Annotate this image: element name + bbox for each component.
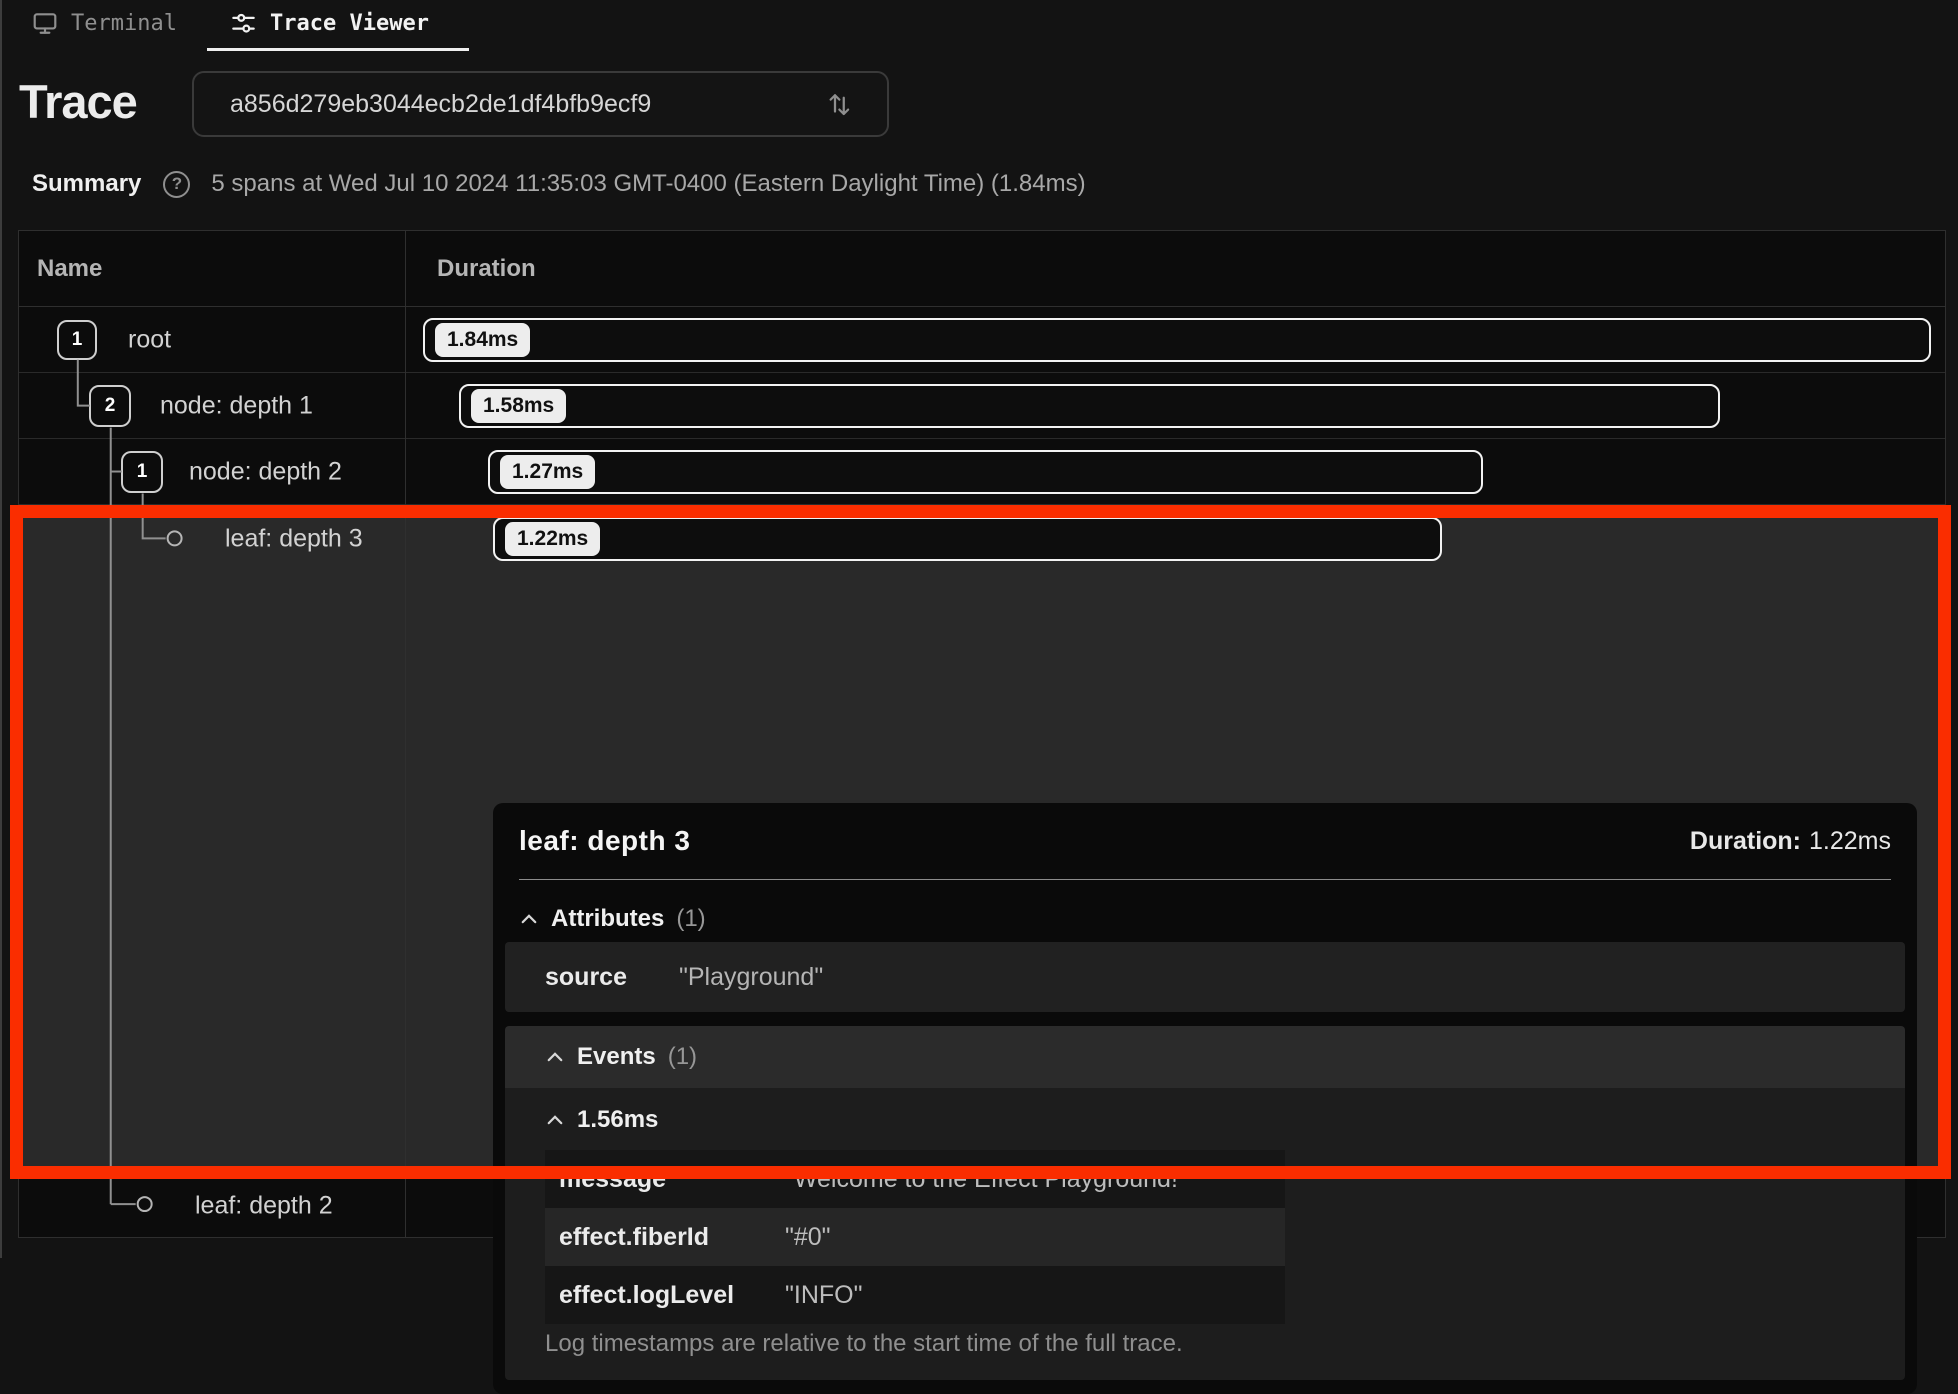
events-body: 1.56ms message "Welcome to the Effect Pl… (505, 1088, 1905, 1380)
table-row-selected[interactable]: leaf: depth 3 1.22ms leaf: depth 3 Durat… (19, 505, 1945, 1394)
column-divider (405, 231, 406, 1237)
child-count-badge: 2 (89, 385, 131, 427)
event-value: "#0" (785, 1222, 831, 1251)
span-name: node: depth 2 (189, 457, 342, 485)
event-key: effect.logLevel (559, 1280, 735, 1309)
attributes-toggle[interactable]: Attributes (1) (519, 905, 706, 933)
span-name: node: depth 1 (160, 391, 313, 419)
summary-text: 5 spans at Wed Jul 10 2024 11:35:03 GMT-… (211, 170, 1086, 197)
duration-pill: 1.58ms (471, 388, 567, 423)
event-attribute-row: effect.logLevel "INFO" (545, 1266, 1285, 1324)
span-detail-panel: leaf: depth 3 Duration: 1.22ms Attributes… (493, 803, 1917, 1394)
events-count: (1) (667, 1043, 698, 1070)
event-key: message (559, 1164, 667, 1193)
attribute-key: source (545, 962, 627, 991)
sliders-icon (230, 10, 257, 37)
chevron-up-icon (547, 1052, 563, 1062)
event-time: 1.56ms (577, 1106, 659, 1133)
table-row[interactable]: 2 node: depth 1 1.58ms (19, 373, 1945, 439)
events-footer-note: Log timestamps are relative to the start… (545, 1330, 1183, 1357)
event-attribute-row: effect.fiberId "#0" (545, 1208, 1285, 1266)
summary-label: Summary (32, 170, 142, 197)
span-name: leaf: depth 2 (195, 1191, 333, 1219)
event-attribute-row: message "Welcome to the Effect Playgroun… (545, 1150, 1285, 1208)
chevron-up-icon (521, 914, 537, 924)
duration-bar[interactable]: 1.22ms (493, 517, 1442, 561)
table-row[interactable]: 1 root 1.84ms (19, 307, 1945, 373)
event-key: effect.fiberId (559, 1222, 710, 1251)
duration-label: Duration: (1689, 826, 1802, 855)
chevron-up-icon (547, 1115, 563, 1125)
tab-terminal[interactable]: Terminal (32, 10, 177, 36)
duration-value: 1.22ms (1809, 826, 1891, 855)
span-detail-duration: Duration: 1.22ms (1690, 827, 1891, 856)
column-header-duration: Duration (437, 255, 536, 282)
trace-id-field-wrap (192, 71, 889, 137)
duration-bar[interactable]: 1.58ms (459, 383, 1720, 428)
tab-bar: Terminal Trace Viewer (2, 0, 1958, 62)
duration-bar[interactable]: 1.84ms (423, 317, 1931, 362)
up-down-arrows-icon[interactable] (825, 89, 855, 119)
span-name: leaf: depth 3 (225, 524, 363, 553)
span-name: root (128, 325, 172, 353)
duration-pill: 1.22ms (505, 522, 601, 556)
monitor-icon (32, 10, 58, 36)
span-detail-title: leaf: depth 3 (519, 825, 691, 856)
table-row[interactable]: 1 node: depth 2 1.27ms (19, 439, 1945, 505)
event-value: "INFO" (785, 1280, 863, 1309)
child-count-badge: 1 (121, 451, 163, 493)
active-tab-underline (207, 48, 469, 51)
event-time-toggle[interactable]: 1.56ms (545, 1106, 658, 1134)
table-header: Name Duration (19, 231, 1945, 307)
events-section-header: Events (1) (505, 1026, 1905, 1088)
duration-bar[interactable]: 1.27ms (488, 449, 1483, 494)
duration-pill: 1.27ms (500, 454, 596, 489)
tab-trace-viewer[interactable]: Trace Viewer (230, 10, 429, 37)
attributes-title: Attributes (551, 905, 665, 932)
events-toggle[interactable]: Events (1) (545, 1043, 697, 1071)
span-detail-header: leaf: depth 3 Duration: 1.22ms (519, 803, 1891, 880)
summary-row: Summary ? 5 spans at Wed Jul 10 2024 11:… (32, 168, 1086, 200)
attribute-value: "Playground" (678, 962, 824, 991)
attribute-row: source "Playground" (505, 942, 1905, 1012)
tab-label: Trace Viewer (270, 11, 429, 36)
help-icon[interactable]: ? (163, 170, 191, 198)
events-title: Events (577, 1043, 656, 1070)
event-attribute-table: message "Welcome to the Effect Playgroun… (545, 1150, 1285, 1324)
page-title: Trace (19, 75, 138, 128)
duration-pill: 1.84ms (435, 322, 531, 357)
attributes-count: (1) (676, 905, 706, 932)
trace-id-input[interactable] (194, 89, 825, 119)
column-header-name: Name (37, 255, 103, 282)
attributes-section-header: Attributes (1) (519, 896, 1891, 942)
child-count-badge: 1 (57, 320, 97, 360)
trace-table: Name Duration 1 root 1.84ms 2 node: dept… (18, 230, 1946, 1394)
event-value: "Welcome to the Effect Playground!" (785, 1164, 1187, 1193)
tab-label: Terminal (71, 10, 177, 36)
event-time-row: 1.56ms (545, 1096, 1905, 1144)
